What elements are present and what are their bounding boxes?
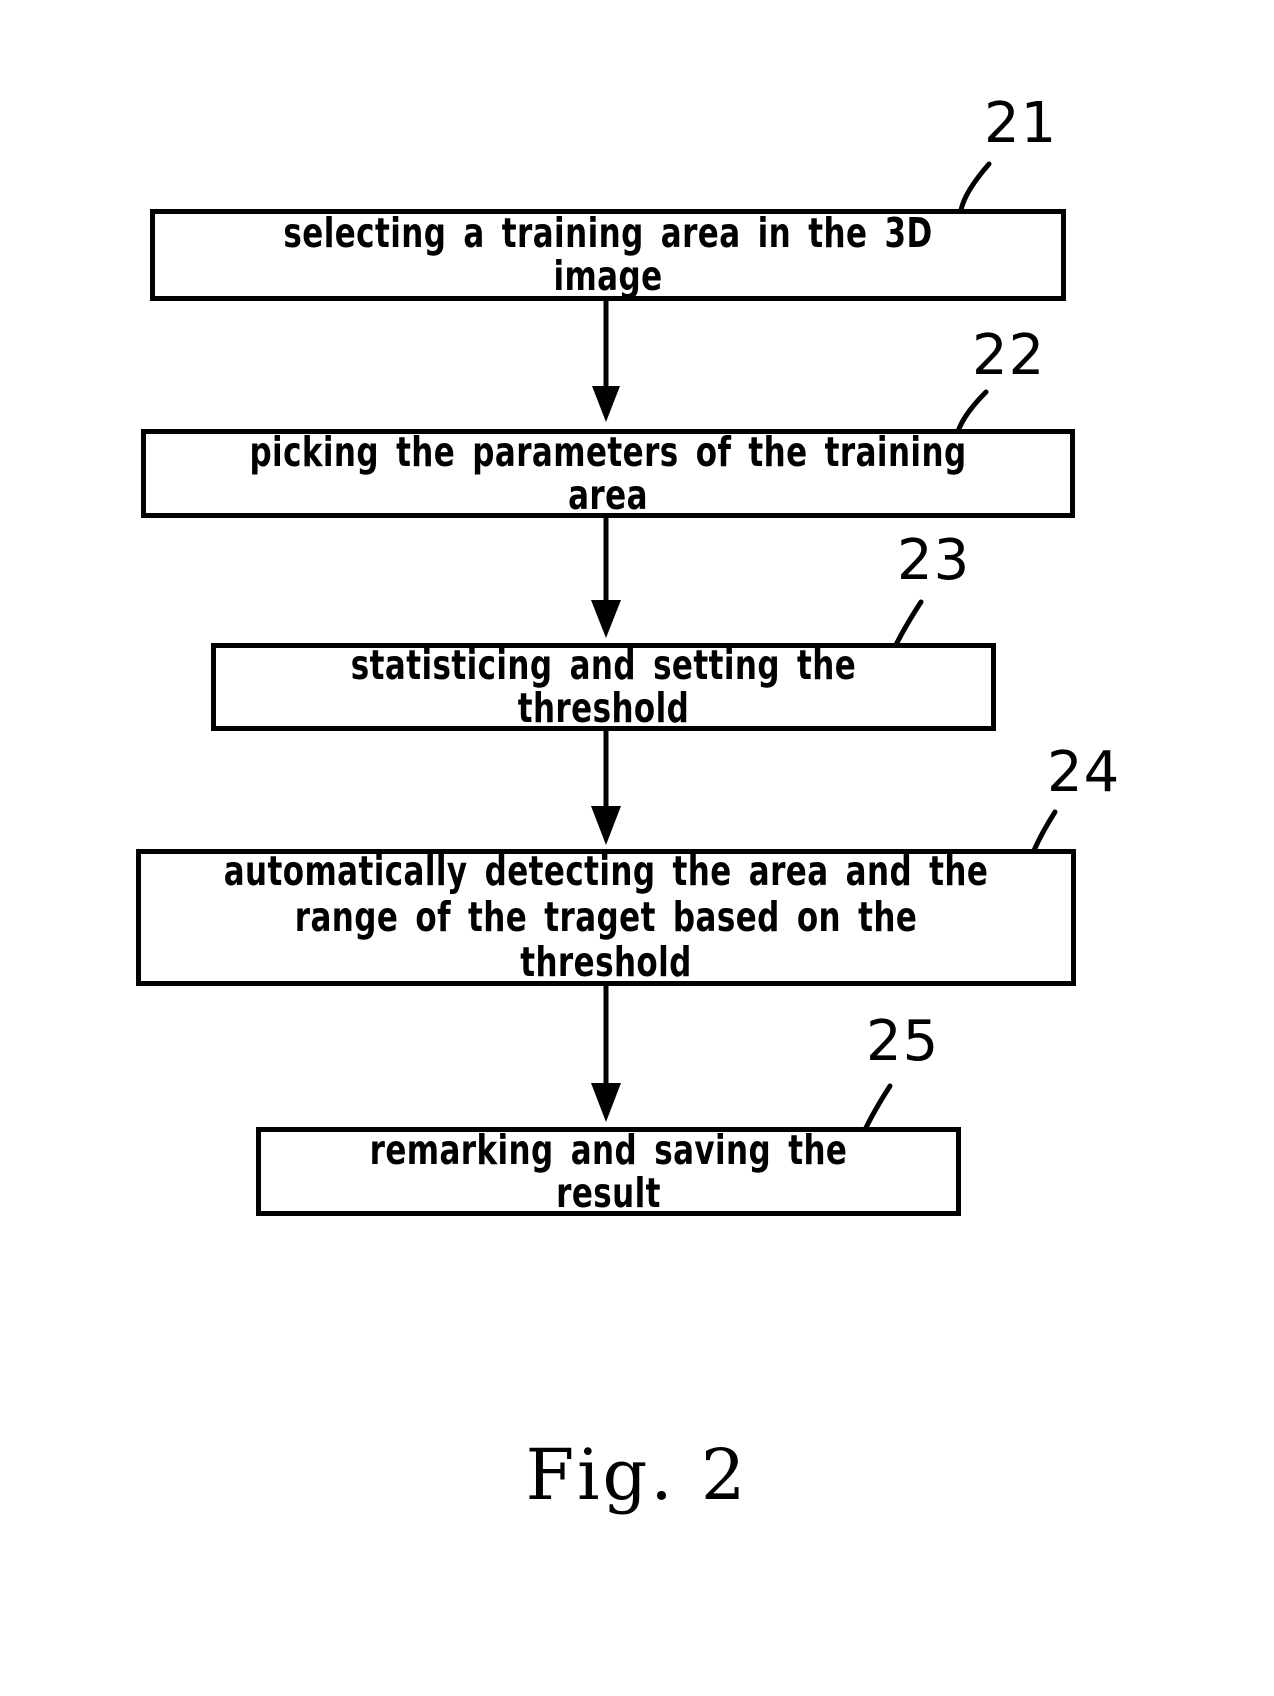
connector-arrow-21-to-22: [592, 301, 620, 422]
figure-caption: Fig. 2: [525, 1434, 749, 1516]
connector-arrow-24-to-25: [591, 986, 621, 1122]
reference-numeral-21: 21: [984, 91, 1058, 156]
connector-arrow-23-to-24: [591, 731, 621, 845]
process-box-25: remarking and saving the result: [256, 1127, 961, 1216]
reference-numeral-24: 24: [1047, 740, 1121, 805]
process-box-24: automatically detecting the area and the…: [136, 846, 1076, 987]
process-box-25-label: remarking and saving the result: [369, 1125, 848, 1217]
process-box-24-label: automatically detecting the area and the…: [223, 846, 989, 987]
process-box-21-label: selecting a training area in the 3D imag…: [283, 209, 933, 300]
reference-numeral-25: 25: [866, 1009, 940, 1074]
reference-numeral-23: 23: [897, 528, 971, 593]
process-box-22: picking the parameters of the training a…: [141, 429, 1075, 518]
process-box-23-label: statisticing and setting the threshold: [350, 641, 857, 732]
leader-line-21: [958, 161, 992, 213]
process-box-21: selecting a training area in the 3D imag…: [150, 209, 1066, 301]
process-box-22-label: picking the parameters of the training a…: [249, 427, 967, 519]
process-box-23: statisticing and setting the threshold: [211, 643, 996, 731]
connector-arrow-22-to-23: [591, 518, 621, 638]
reference-numeral-22: 22: [972, 323, 1046, 388]
patent-figure: selecting a training area in the 3D imag…: [0, 0, 1274, 1696]
